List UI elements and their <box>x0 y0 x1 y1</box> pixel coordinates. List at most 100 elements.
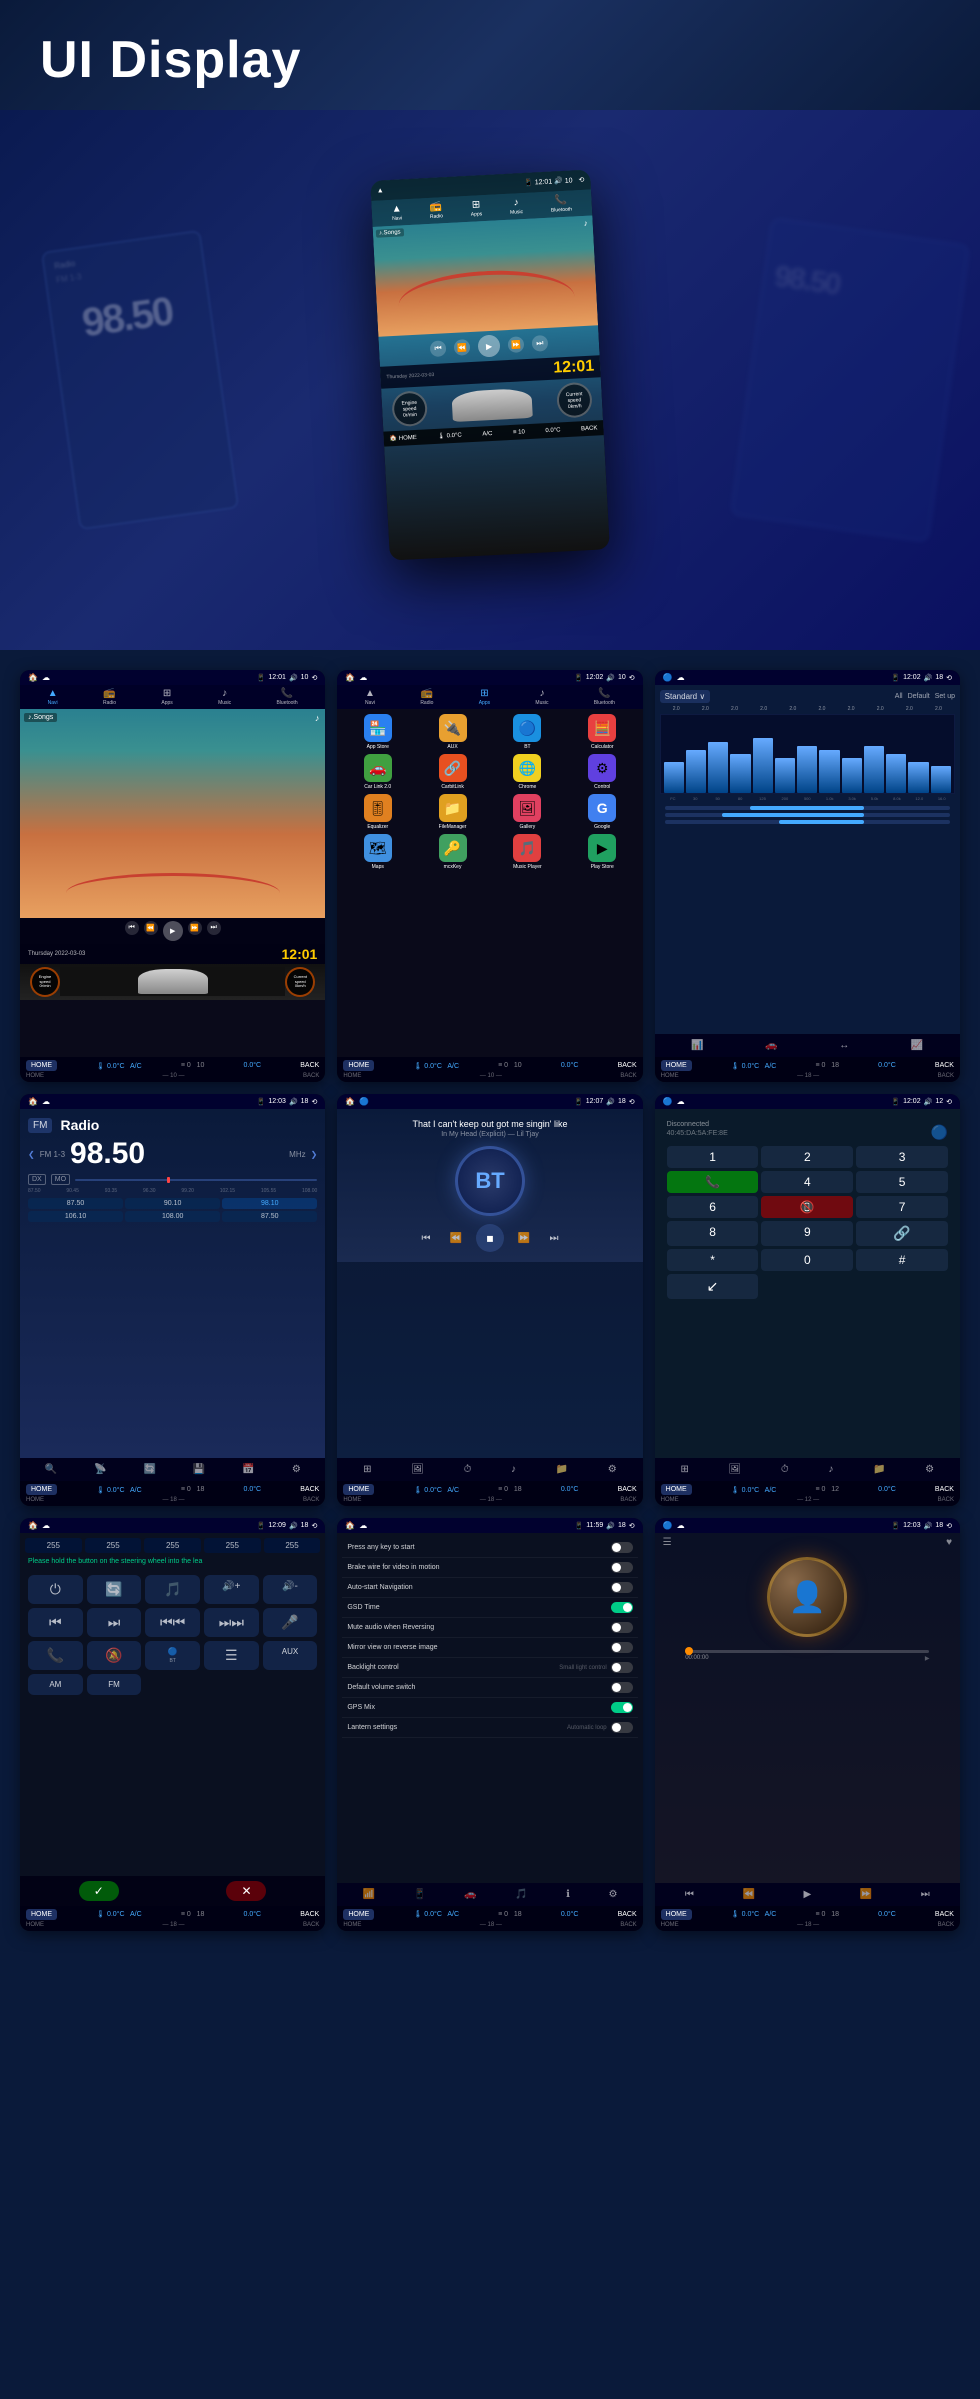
music-play-icon[interactable]: ▶ <box>801 1887 813 1902</box>
home-music-controls[interactable]: ⏮ ⏪ ▶ ⏩ ⏭ <box>20 918 325 944</box>
music-home-btn[interactable]: HOME <box>661 1909 692 1920</box>
app-carbitlink[interactable]: 🔗CarbitLink <box>417 754 488 790</box>
radio-save-icon[interactable]: 💾 <box>191 1462 207 1477</box>
steer-rev[interactable]: ⏮⏮ <box>145 1608 200 1637</box>
key-end[interactable]: 📵 <box>761 1196 853 1218</box>
radio-dx-btn[interactable]: DX <box>28 1174 46 1185</box>
steer-music[interactable]: 🎵 <box>145 1575 200 1604</box>
key-1[interactable]: 1 <box>667 1146 759 1168</box>
radio-settings-icon[interactable]: ⚙ <box>290 1462 303 1477</box>
nav-bar-apps[interactable]: ▲Navi 📻Radio ⊞Apps ♪Music 📞Bluetooth <box>337 685 642 709</box>
toggle-mute[interactable] <box>611 1622 633 1633</box>
settings-icons-bar[interactable]: 📶 📱 🚗 🎵 ℹ ⚙ <box>337 1883 642 1906</box>
bt-icons-bar[interactable]: ⊞ 🖼 ⏱ ♪ 📁 ⚙ <box>337 1458 642 1481</box>
toggle-mirror[interactable] <box>611 1642 633 1653</box>
radio-prev-btn[interactable]: ❮ <box>28 1150 35 1159</box>
app-google[interactable]: GGoogle <box>567 794 638 830</box>
music-back-btn[interactable]: BACK <box>935 1911 954 1918</box>
key-5[interactable]: 5 <box>856 1171 948 1193</box>
settings-gear-icon[interactable]: ⚙ <box>606 1887 619 1902</box>
apps-home-btn[interactable]: HOME <box>343 1060 374 1071</box>
phone-folder-icon[interactable]: 📁 <box>871 1462 887 1477</box>
app-maps[interactable]: 🗺Maps <box>342 834 413 870</box>
bt-image-icon[interactable]: 🖼 <box>409 1462 426 1477</box>
phone-clock-icon[interactable]: ⏱ <box>779 1462 791 1477</box>
bt-fast-forward[interactable]: ⏭ <box>544 1228 564 1248</box>
phone-image-icon[interactable]: 🖼 <box>727 1462 744 1477</box>
toggle-brake[interactable] <box>611 1562 633 1573</box>
settings-phone-icon[interactable]: 📱 <box>411 1887 427 1902</box>
key-call[interactable]: 📞 <box>667 1171 759 1193</box>
bt-grid-icon[interactable]: ⊞ <box>361 1462 373 1477</box>
phone-back-btn[interactable]: BACK <box>935 1486 954 1493</box>
eq-icon-chart[interactable]: 📈 <box>909 1038 925 1053</box>
music-progress-bar[interactable] <box>685 1650 929 1653</box>
bt-prev[interactable]: ⏪ <box>446 1228 466 1248</box>
key-backspace[interactable]: ↙ <box>667 1274 759 1299</box>
steer-bt[interactable]: 🔵BT <box>145 1641 200 1670</box>
app-gallery[interactable]: 🖼Gallery <box>492 794 563 830</box>
steer-aux[interactable]: AUX <box>263 1641 318 1670</box>
app-playstore[interactable]: ▶Play Store <box>567 834 638 870</box>
toggle-backlight[interactable] <box>611 1662 633 1673</box>
settings-home-btn[interactable]: HOME <box>343 1909 374 1920</box>
settings-car-icon2[interactable]: 🚗 <box>462 1887 478 1902</box>
back-button[interactable]: BACK <box>300 1062 319 1069</box>
app-control[interactable]: ⚙Control <box>567 754 638 790</box>
steer-vol-up[interactable]: 🔊+ <box>204 1575 259 1604</box>
steer-vol-down[interactable]: 🔊- <box>263 1575 318 1604</box>
steering-confirm-row[interactable]: ✓ ✕ <box>20 1876 325 1906</box>
app-mcxkey[interactable]: 🔑mcxKey <box>417 834 488 870</box>
music-fast-forward-icon[interactable]: ⏩ <box>858 1887 874 1902</box>
radio-search-icon[interactable]: 🔍 <box>43 1462 59 1477</box>
app-filemanager[interactable]: 📁FileManager <box>417 794 488 830</box>
eq-icon-bars[interactable]: 📊 <box>689 1038 705 1053</box>
app-aux[interactable]: 🔌AUX <box>417 714 488 750</box>
key-8[interactable]: 8 <box>667 1221 759 1246</box>
preset-2[interactable]: 90.10 <box>125 1198 220 1209</box>
steering-buttons-grid[interactable]: ⏻ 🔄 🎵 🔊+ 🔊- ⏮ ⏭ ⏮⏮ ⏭⏭ 🎤 📞 🔕 🔵BT ☰ AUX AM <box>25 1572 320 1698</box>
music-rewind-icon[interactable]: ⏪ <box>740 1887 756 1902</box>
steer-next2[interactable]: ⏭ <box>87 1608 142 1637</box>
radio-icons-bar[interactable]: 🔍 📡 🔄 💾 📅 ⚙ <box>20 1458 325 1481</box>
bt-controls[interactable]: ⏮ ⏪ ⏹ ⏩ ⏭ <box>416 1224 564 1252</box>
key-0[interactable]: 0 <box>761 1249 853 1271</box>
key-6[interactable]: 6 <box>667 1196 759 1218</box>
toggle-navi[interactable] <box>611 1582 633 1593</box>
app-chrome[interactable]: 🌐Chrome <box>492 754 563 790</box>
radio-loop-icon[interactable]: 🔄 <box>141 1462 157 1477</box>
bt-settings-icon2[interactable]: ⚙ <box>606 1462 619 1477</box>
key-9[interactable]: 9 <box>761 1221 853 1246</box>
bt-next[interactable]: ⏩ <box>514 1228 534 1248</box>
music-icons-bar[interactable]: ⏮ ⏪ ▶ ⏩ ⏭ <box>655 1883 960 1906</box>
steer-phone[interactable]: 📞 <box>28 1641 83 1670</box>
steering-back-btn[interactable]: BACK <box>300 1911 319 1918</box>
steer-prev2[interactable]: ⏮ <box>28 1608 83 1637</box>
key-2[interactable]: 2 <box>761 1146 853 1168</box>
toggle-lantern[interactable] <box>611 1722 633 1733</box>
eq-back-btn[interactable]: BACK <box>935 1062 954 1069</box>
music-skip-forward-icon[interactable]: ⏭ <box>919 1887 932 1902</box>
eq-icons-bar[interactable]: 📊 🚗 ↔ 📈 <box>655 1034 960 1057</box>
app-carlink[interactable]: 🚗Car Link 2.0 <box>342 754 413 790</box>
preset-1[interactable]: 87.50 <box>28 1198 123 1209</box>
app-equalizer[interactable]: 🎚Equalizer <box>342 794 413 830</box>
preset-4[interactable]: 106.10 <box>28 1211 123 1222</box>
radio-back-btn[interactable]: BACK <box>300 1486 319 1493</box>
steer-power[interactable]: ⏻ <box>28 1575 83 1604</box>
steer-mic[interactable]: 🎤 <box>263 1608 318 1637</box>
eq-icon-arrows[interactable]: ↔ <box>837 1038 851 1053</box>
eq-home-btn[interactable]: HOME <box>661 1060 692 1071</box>
settings-wifi-icon[interactable]: 📶 <box>361 1887 377 1902</box>
radio-calendar-icon[interactable]: 📅 <box>240 1462 256 1477</box>
radio-mo-btn[interactable]: MO <box>51 1174 70 1185</box>
phone-keypad[interactable]: 1 2 3 📞 4 5 6 📵 7 8 9 🔗 * 0 # <box>667 1146 948 1299</box>
toggle-gsd[interactable] <box>611 1602 633 1613</box>
eq-icon-car[interactable]: 🚗 <box>763 1038 779 1053</box>
phone-home-btn[interactable]: HOME <box>661 1484 692 1495</box>
key-star[interactable]: * <box>667 1249 759 1271</box>
steering-home-btn[interactable]: HOME <box>26 1909 57 1920</box>
bt-folder-icon[interactable]: 📁 <box>554 1462 570 1477</box>
bt-home-btn[interactable]: HOME <box>343 1484 374 1495</box>
radio-antenna-icon[interactable]: 📡 <box>92 1462 108 1477</box>
